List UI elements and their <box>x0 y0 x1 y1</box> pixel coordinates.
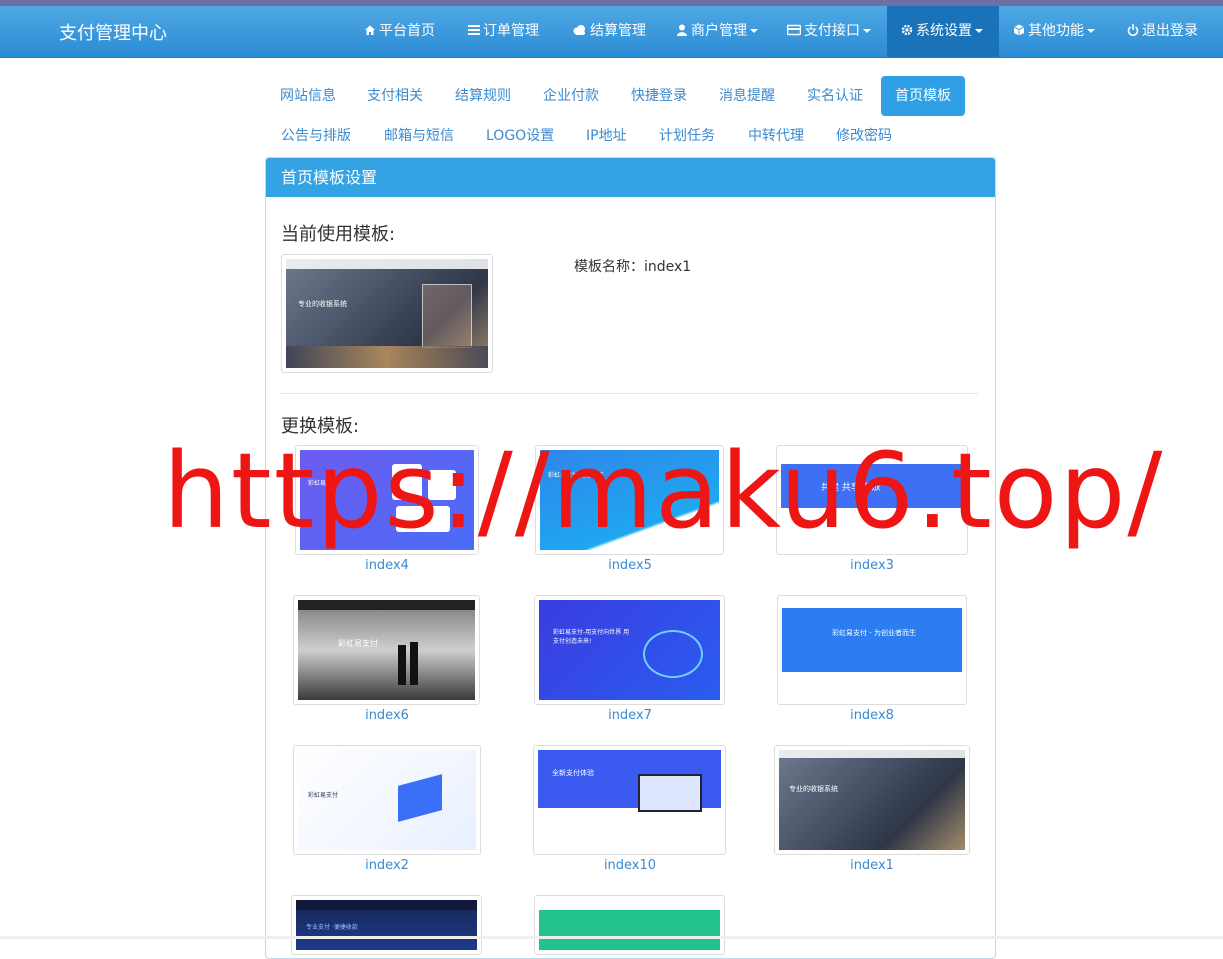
tab-scheduled-tasks[interactable]: 计划任务 <box>645 116 729 156</box>
nav-other-label: 其他功能 <box>1028 23 1084 39</box>
tab-settlement-rules[interactable]: 结算规则 <box>441 76 525 116</box>
cube-icon <box>1013 24 1025 36</box>
tab-announcement[interactable]: 公告与排版 <box>267 116 365 156</box>
nav-home[interactable]: 平台首页 <box>364 6 435 57</box>
thumb-image <box>539 900 720 950</box>
nav-merchants-label: 商户管理 <box>691 23 747 39</box>
tab-real-name[interactable]: 实名认证 <box>793 76 877 116</box>
thumb-image: 彩虹易支付 <box>298 600 475 700</box>
current-template-heading: 当前使用模板: <box>281 224 396 245</box>
nav-orders-label: 订单管理 <box>483 23 539 39</box>
nav-system-settings-label: 系统设置 <box>916 23 972 39</box>
thumb-caption: 彩虹易支付 <box>308 792 339 799</box>
template-label-index6[interactable]: index6 <box>327 708 447 723</box>
power-icon <box>1127 24 1139 36</box>
chevron-down-icon <box>750 29 758 33</box>
url-watermark: https://maku6.top/ <box>163 430 1165 552</box>
thumb-image: 专业支付 ·便捷收款 <box>296 900 477 950</box>
gear-icon <box>901 24 913 36</box>
tab-change-password[interactable]: 修改密码 <box>822 116 906 156</box>
tab-ip[interactable]: IP地址 <box>572 116 641 156</box>
template-label-index3[interactable]: index3 <box>812 558 932 573</box>
chevron-down-icon <box>863 29 871 33</box>
template-thumb-next1[interactable]: 专业支付 ·便捷收款 <box>291 895 482 955</box>
tab-site-info[interactable]: 网站信息 <box>266 76 350 116</box>
tab-enterprise-payment[interactable]: 企业付款 <box>529 76 613 116</box>
thumb-caption: 彩虹易支付 <box>338 639 378 648</box>
nav-merchants[interactable]: 商户管理 <box>676 6 758 57</box>
chevron-down-icon <box>975 29 983 33</box>
preview-image: 专业的收银系统 <box>286 259 488 368</box>
template-name-label: 模板名称：index1 <box>574 259 692 275</box>
panel-title: 首页模板设置 <box>281 168 378 187</box>
template-label-index10[interactable]: index10 <box>570 858 690 873</box>
template-label-index2[interactable]: index2 <box>327 858 447 873</box>
credit-card-icon <box>787 24 801 36</box>
nav-other[interactable]: 其他功能 <box>1013 6 1095 57</box>
template-label-index1[interactable]: index1 <box>812 858 932 873</box>
cloud-icon <box>573 25 585 35</box>
template-label-index5[interactable]: index5 <box>570 558 690 573</box>
thumb-image: 全新支付体验 <box>538 750 721 850</box>
thumb-caption: 专业的收银系统 <box>789 785 838 793</box>
list-icon <box>468 25 480 35</box>
nav-orders[interactable]: 订单管理 <box>468 6 539 57</box>
tab-homepage-template[interactable]: 首页模板 <box>881 76 965 116</box>
tab-quick-login[interactable]: 快捷登录 <box>617 76 701 116</box>
template-thumb-next2[interactable] <box>534 895 725 955</box>
nav-payment-api[interactable]: 支付接口 <box>787 6 871 57</box>
template-label-index4[interactable]: index4 <box>327 558 447 573</box>
thumb-caption: 彩虹易支付 - 为创业者而生 <box>832 629 916 637</box>
template-thumb-index2[interactable]: 彩虹易支付 <box>293 745 481 855</box>
brand-title[interactable]: 支付管理中心 <box>59 19 167 45</box>
nav-logout[interactable]: 退出登录 <box>1127 6 1198 57</box>
template-thumb-index1[interactable]: 专业的收银系统 <box>774 745 970 855</box>
thumb-caption: 全新支付体验 <box>552 769 594 777</box>
template-thumb-index6[interactable]: 彩虹易支付 <box>293 595 480 705</box>
section-divider <box>281 393 978 394</box>
tab-notifications[interactable]: 消息提醒 <box>705 76 789 116</box>
home-icon <box>365 25 375 35</box>
thumb-caption: 专业支付 ·便捷收款 <box>306 924 358 931</box>
thumb-image: 彩虹易支付 <box>298 750 476 850</box>
nav-payment-api-label: 支付接口 <box>804 23 860 39</box>
thumb-caption: 彩虹易支付-用支付向世界 用支付创造未来! <box>553 629 630 645</box>
nav-home-label: 平台首页 <box>379 23 435 39</box>
template-thumb-index10[interactable]: 全新支付体验 <box>533 745 726 855</box>
template-label-index7[interactable]: index7 <box>570 708 690 723</box>
user-icon <box>677 24 687 36</box>
template-label-index8[interactable]: index8 <box>812 708 932 723</box>
template-thumb-index8[interactable]: 彩虹易支付 - 为创业者而生 <box>777 595 967 705</box>
nav-settlement-label: 结算管理 <box>590 23 646 39</box>
nav-settlement[interactable]: 结算管理 <box>572 6 646 57</box>
panel-heading: 首页模板设置 <box>266 158 995 197</box>
thumb-image: 专业的收银系统 <box>779 750 965 850</box>
nav-system-settings[interactable]: 系统设置 <box>887 6 999 57</box>
thumb-image: 彩虹易支付 - 为创业者而生 <box>782 600 962 700</box>
chevron-down-icon <box>1087 29 1095 33</box>
current-template-preview: 专业的收银系统 <box>281 254 493 373</box>
tab-payment[interactable]: 支付相关 <box>353 76 437 116</box>
tab-proxy[interactable]: 中转代理 <box>734 116 818 156</box>
thumb-image: 彩虹易支付-用支付向世界 用支付创造未来! <box>539 600 720 700</box>
tab-email-sms[interactable]: 邮箱与短信 <box>370 116 468 156</box>
tab-logo[interactable]: LOGO设置 <box>472 116 568 156</box>
preview-heading: 专业的收银系统 <box>298 300 347 308</box>
nav-logout-label: 退出登录 <box>1142 23 1198 39</box>
top-navbar: 支付管理中心 平台首页 订单管理 结算管理 商户管理 支付接口 系统设置 其他功… <box>0 6 1223 58</box>
template-thumb-index7[interactable]: 彩虹易支付-用支付向世界 用支付创造未来! <box>534 595 725 705</box>
